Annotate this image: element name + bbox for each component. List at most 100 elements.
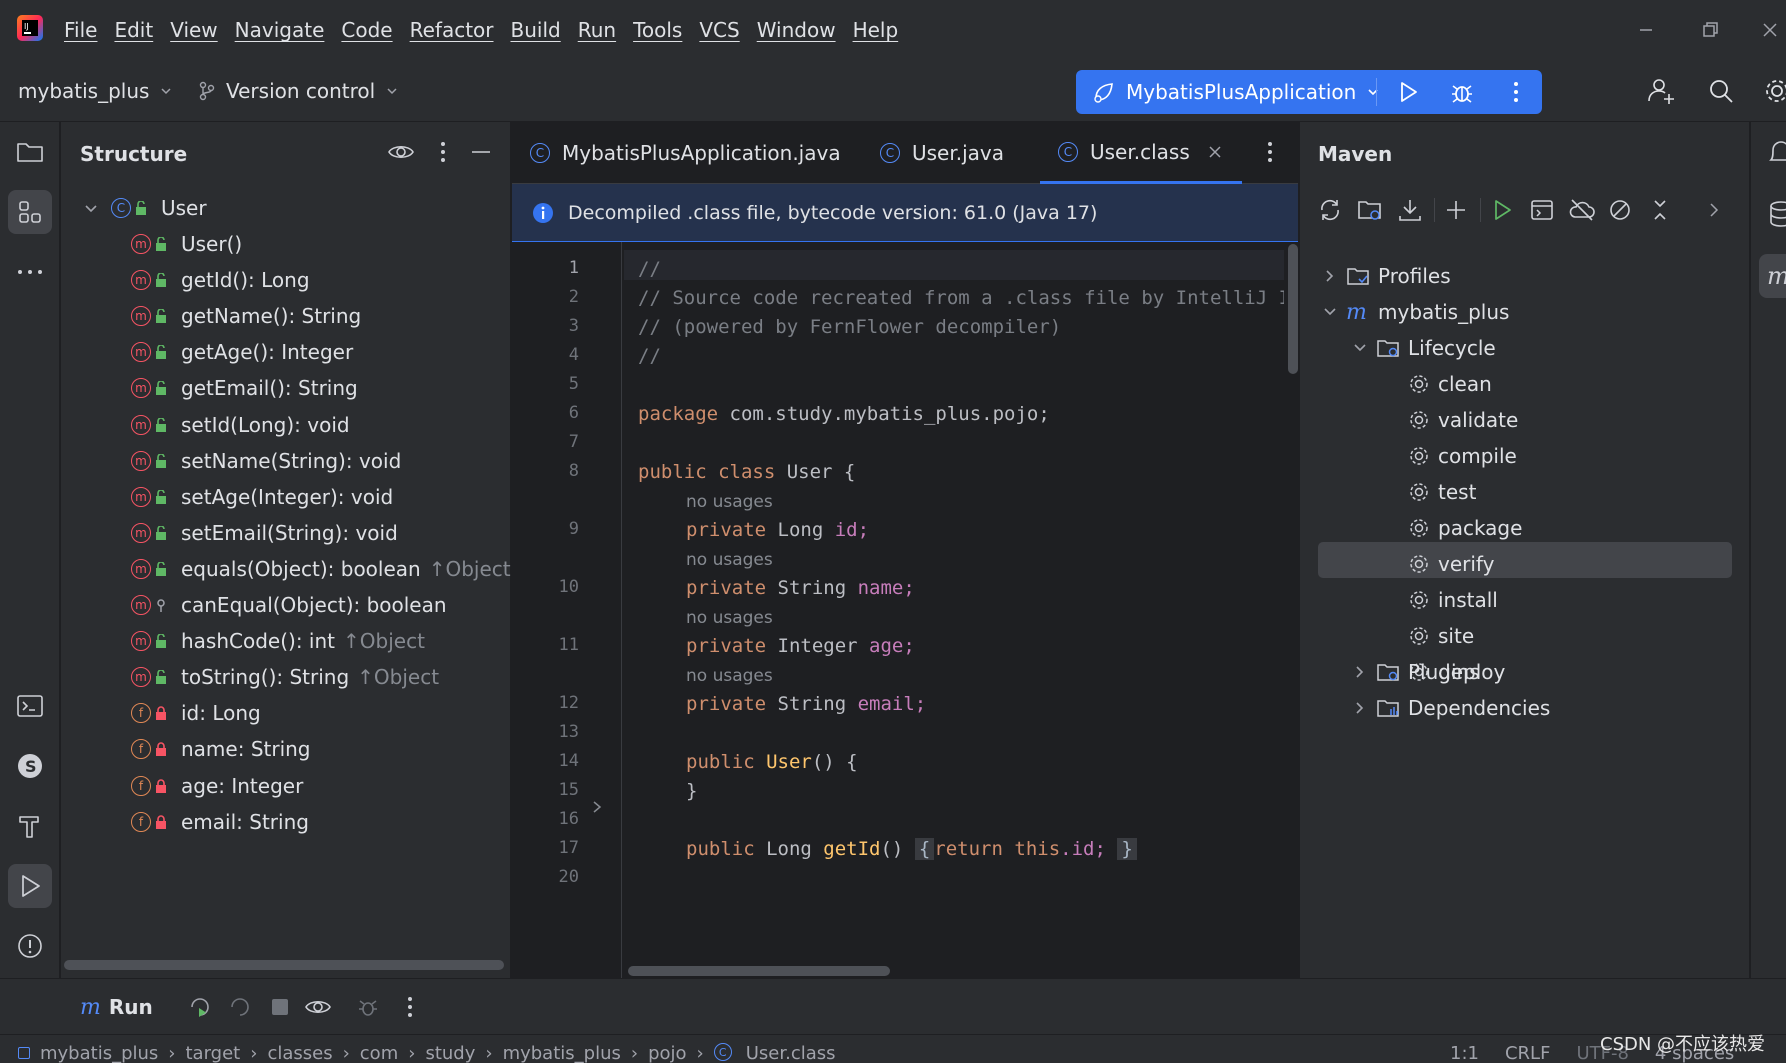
tab-user-class[interactable]: C User.class [1040, 122, 1242, 184]
rerun-failed-icon[interactable] [226, 993, 254, 1021]
add-user-icon[interactable] [1644, 74, 1678, 108]
terminal-tool-button[interactable] [8, 684, 52, 728]
problems-tool-button[interactable] [8, 924, 52, 968]
folded-region-end[interactable]: } [1117, 838, 1137, 860]
maven-goal-site[interactable]: site [1408, 618, 1474, 654]
menu-code[interactable]: Code [341, 18, 392, 42]
maven-goal-clean[interactable]: clean [1408, 366, 1492, 402]
structure-member[interactable]: m equals(Object): boolean ↑Object [131, 551, 511, 587]
caret-position[interactable]: 1:1 [1450, 1043, 1479, 1063]
eye-icon[interactable] [304, 993, 332, 1021]
vertical-scrollbar[interactable] [1288, 244, 1298, 374]
database-icon[interactable] [1769, 200, 1786, 228]
structure-member[interactable]: m getAge(): Integer [131, 334, 353, 370]
execute-goal-icon[interactable] [1528, 196, 1556, 224]
build-tool-button[interactable] [8, 804, 52, 848]
maven-plugins-node[interactable]: Plugins [1352, 654, 1480, 690]
menu-build[interactable]: Build [511, 18, 561, 42]
project-tool-button[interactable] [8, 130, 52, 174]
structure-member[interactable]: f age: Integer [131, 768, 303, 804]
tab-options-icon[interactable] [1266, 140, 1274, 164]
debug-button[interactable] [1446, 76, 1478, 108]
intellij-logo-icon[interactable]: IJ [16, 14, 44, 42]
usage-hint[interactable]: no usages [686, 666, 773, 686]
structure-member[interactable]: f name: String [131, 731, 311, 767]
structure-member[interactable]: m setId(Long): void [131, 407, 350, 443]
stop-icon[interactable] [266, 993, 294, 1021]
spring-tool-button[interactable]: S [8, 744, 52, 788]
menu-window[interactable]: Window [757, 18, 836, 42]
structure-member[interactable]: f email: String [131, 804, 309, 840]
debug-settings-icon[interactable] [354, 993, 382, 1021]
panel-options-icon[interactable] [439, 140, 447, 164]
breadcrumb-item[interactable]: com [360, 1043, 398, 1063]
structure-member[interactable]: m User() [131, 226, 242, 262]
structure-member[interactable]: m setEmail(String): void [131, 515, 398, 551]
maven-tool-button[interactable]: m [1759, 254, 1786, 298]
menu-view[interactable]: View [170, 18, 217, 42]
breadcrumb-item[interactable]: target [186, 1043, 241, 1063]
editor-horizontal-scrollbar[interactable] [628, 966, 890, 976]
maven-goal-test[interactable]: test [1408, 474, 1476, 510]
menu-refactor[interactable]: Refactor [410, 18, 494, 42]
reload-icon[interactable] [1316, 196, 1344, 224]
maven-goal-validate[interactable]: validate [1408, 402, 1518, 438]
close-window-button[interactable] [1754, 14, 1786, 46]
structure-member[interactable]: m getName(): String [131, 298, 361, 334]
add-icon[interactable] [1442, 196, 1470, 224]
run-tab[interactable]: m Run [80, 979, 153, 1035]
more-tools-button[interactable] [8, 250, 52, 294]
run-configuration-selector[interactable]: MybatisPlusApplication [1092, 70, 1380, 114]
line-separator[interactable]: CRLF [1505, 1043, 1550, 1063]
run-options-icon[interactable] [396, 993, 424, 1021]
maven-dependencies-node[interactable]: Dependencies [1352, 690, 1550, 726]
breadcrumb-item[interactable]: pojo [648, 1043, 686, 1063]
structure-member[interactable]: f id: Long [131, 695, 261, 731]
usage-hint[interactable]: no usages [686, 608, 773, 628]
menu-edit[interactable]: Edit [114, 18, 153, 42]
run-tool-button[interactable] [8, 864, 52, 908]
settings-gear-icon[interactable] [1760, 74, 1786, 108]
menu-navigate[interactable]: Navigate [235, 18, 325, 42]
tab-user-java[interactable]: C User.java [880, 122, 1004, 184]
structure-member[interactable]: m setAge(Integer): void [131, 479, 393, 515]
rerun-icon[interactable] [186, 993, 214, 1021]
vcs-selector[interactable]: Version control [198, 60, 399, 122]
breadcrumb-item[interactable]: mybatis_plus [503, 1043, 621, 1063]
fold-chevron-icon[interactable] [590, 800, 604, 814]
reload-folder-icon[interactable] [1356, 196, 1384, 224]
menu-tools[interactable]: Tools [633, 18, 682, 42]
more-actions-button[interactable] [1500, 76, 1532, 108]
search-icon[interactable] [1704, 74, 1738, 108]
project-selector[interactable]: mybatis_plus [18, 60, 173, 122]
usage-hint[interactable]: no usages [686, 550, 773, 570]
breadcrumb-item[interactable]: classes [267, 1043, 332, 1063]
menu-run[interactable]: Run [578, 18, 616, 42]
skip-tests-icon[interactable] [1606, 196, 1634, 224]
folded-region-start[interactable]: { [914, 838, 935, 860]
notifications-bell-icon[interactable] [1769, 140, 1786, 168]
minimize-button[interactable] [1630, 14, 1662, 46]
horizontal-scrollbar[interactable] [64, 960, 504, 970]
menu-vcs[interactable]: VCS [699, 18, 739, 42]
maven-lifecycle-node[interactable]: Lifecycle [1352, 330, 1496, 366]
structure-member[interactable]: m getId(): Long [131, 262, 310, 298]
restore-button[interactable] [1694, 14, 1726, 46]
structure-root-class[interactable]: C User [83, 190, 207, 226]
breadcrumb-item[interactable]: mybatis_plus [40, 1043, 158, 1063]
structure-member[interactable]: m hashCode(): int ↑Object [131, 623, 425, 659]
menu-file[interactable]: File [64, 18, 97, 42]
structure-tool-button[interactable] [8, 190, 52, 234]
close-tab-icon[interactable] [1208, 145, 1222, 159]
menu-help[interactable]: Help [853, 18, 899, 42]
usage-hint[interactable]: no usages [686, 492, 773, 512]
maven-goal-install[interactable]: install [1408, 582, 1498, 618]
tab-mybatisplusapplication-java[interactable]: C MybatisPlusApplication.java [530, 122, 841, 184]
maven-goal-package[interactable]: package [1408, 510, 1522, 546]
hide-panel-icon[interactable] [469, 140, 493, 164]
maven-project-node[interactable]: m mybatis_plus [1322, 294, 1509, 330]
run-button[interactable] [1392, 76, 1424, 108]
download-icon[interactable] [1396, 196, 1424, 224]
maven-profiles-node[interactable]: Profiles [1322, 258, 1451, 294]
structure-member[interactable]: m toString(): String ↑Object [131, 659, 439, 695]
